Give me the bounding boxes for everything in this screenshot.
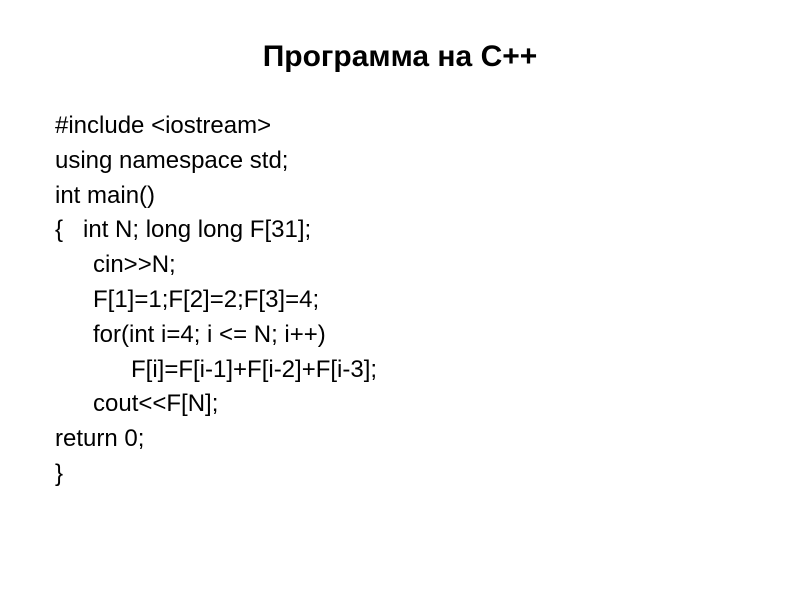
code-line: cin>>N; <box>55 248 750 283</box>
code-line: using namespace std; <box>55 144 750 179</box>
code-line: F[1]=1;F[2]=2;F[3]=4; <box>55 283 750 318</box>
code-line: } <box>55 457 750 492</box>
slide-title: Программа на C++ <box>50 40 750 74</box>
code-line: { int N; long long F[31]; <box>55 213 750 248</box>
code-line: F[i]=F[i-1]+F[i-2]+F[i-3]; <box>55 353 750 388</box>
code-line: cout<<F[N]; <box>55 387 750 422</box>
code-line: for(int i=4; i <= N; i++) <box>55 318 750 353</box>
code-line: #include <iostream> <box>55 109 750 144</box>
code-block: #include <iostream> using namespace std;… <box>50 109 750 492</box>
code-line: return 0; <box>55 422 750 457</box>
code-line: int main() <box>55 179 750 214</box>
